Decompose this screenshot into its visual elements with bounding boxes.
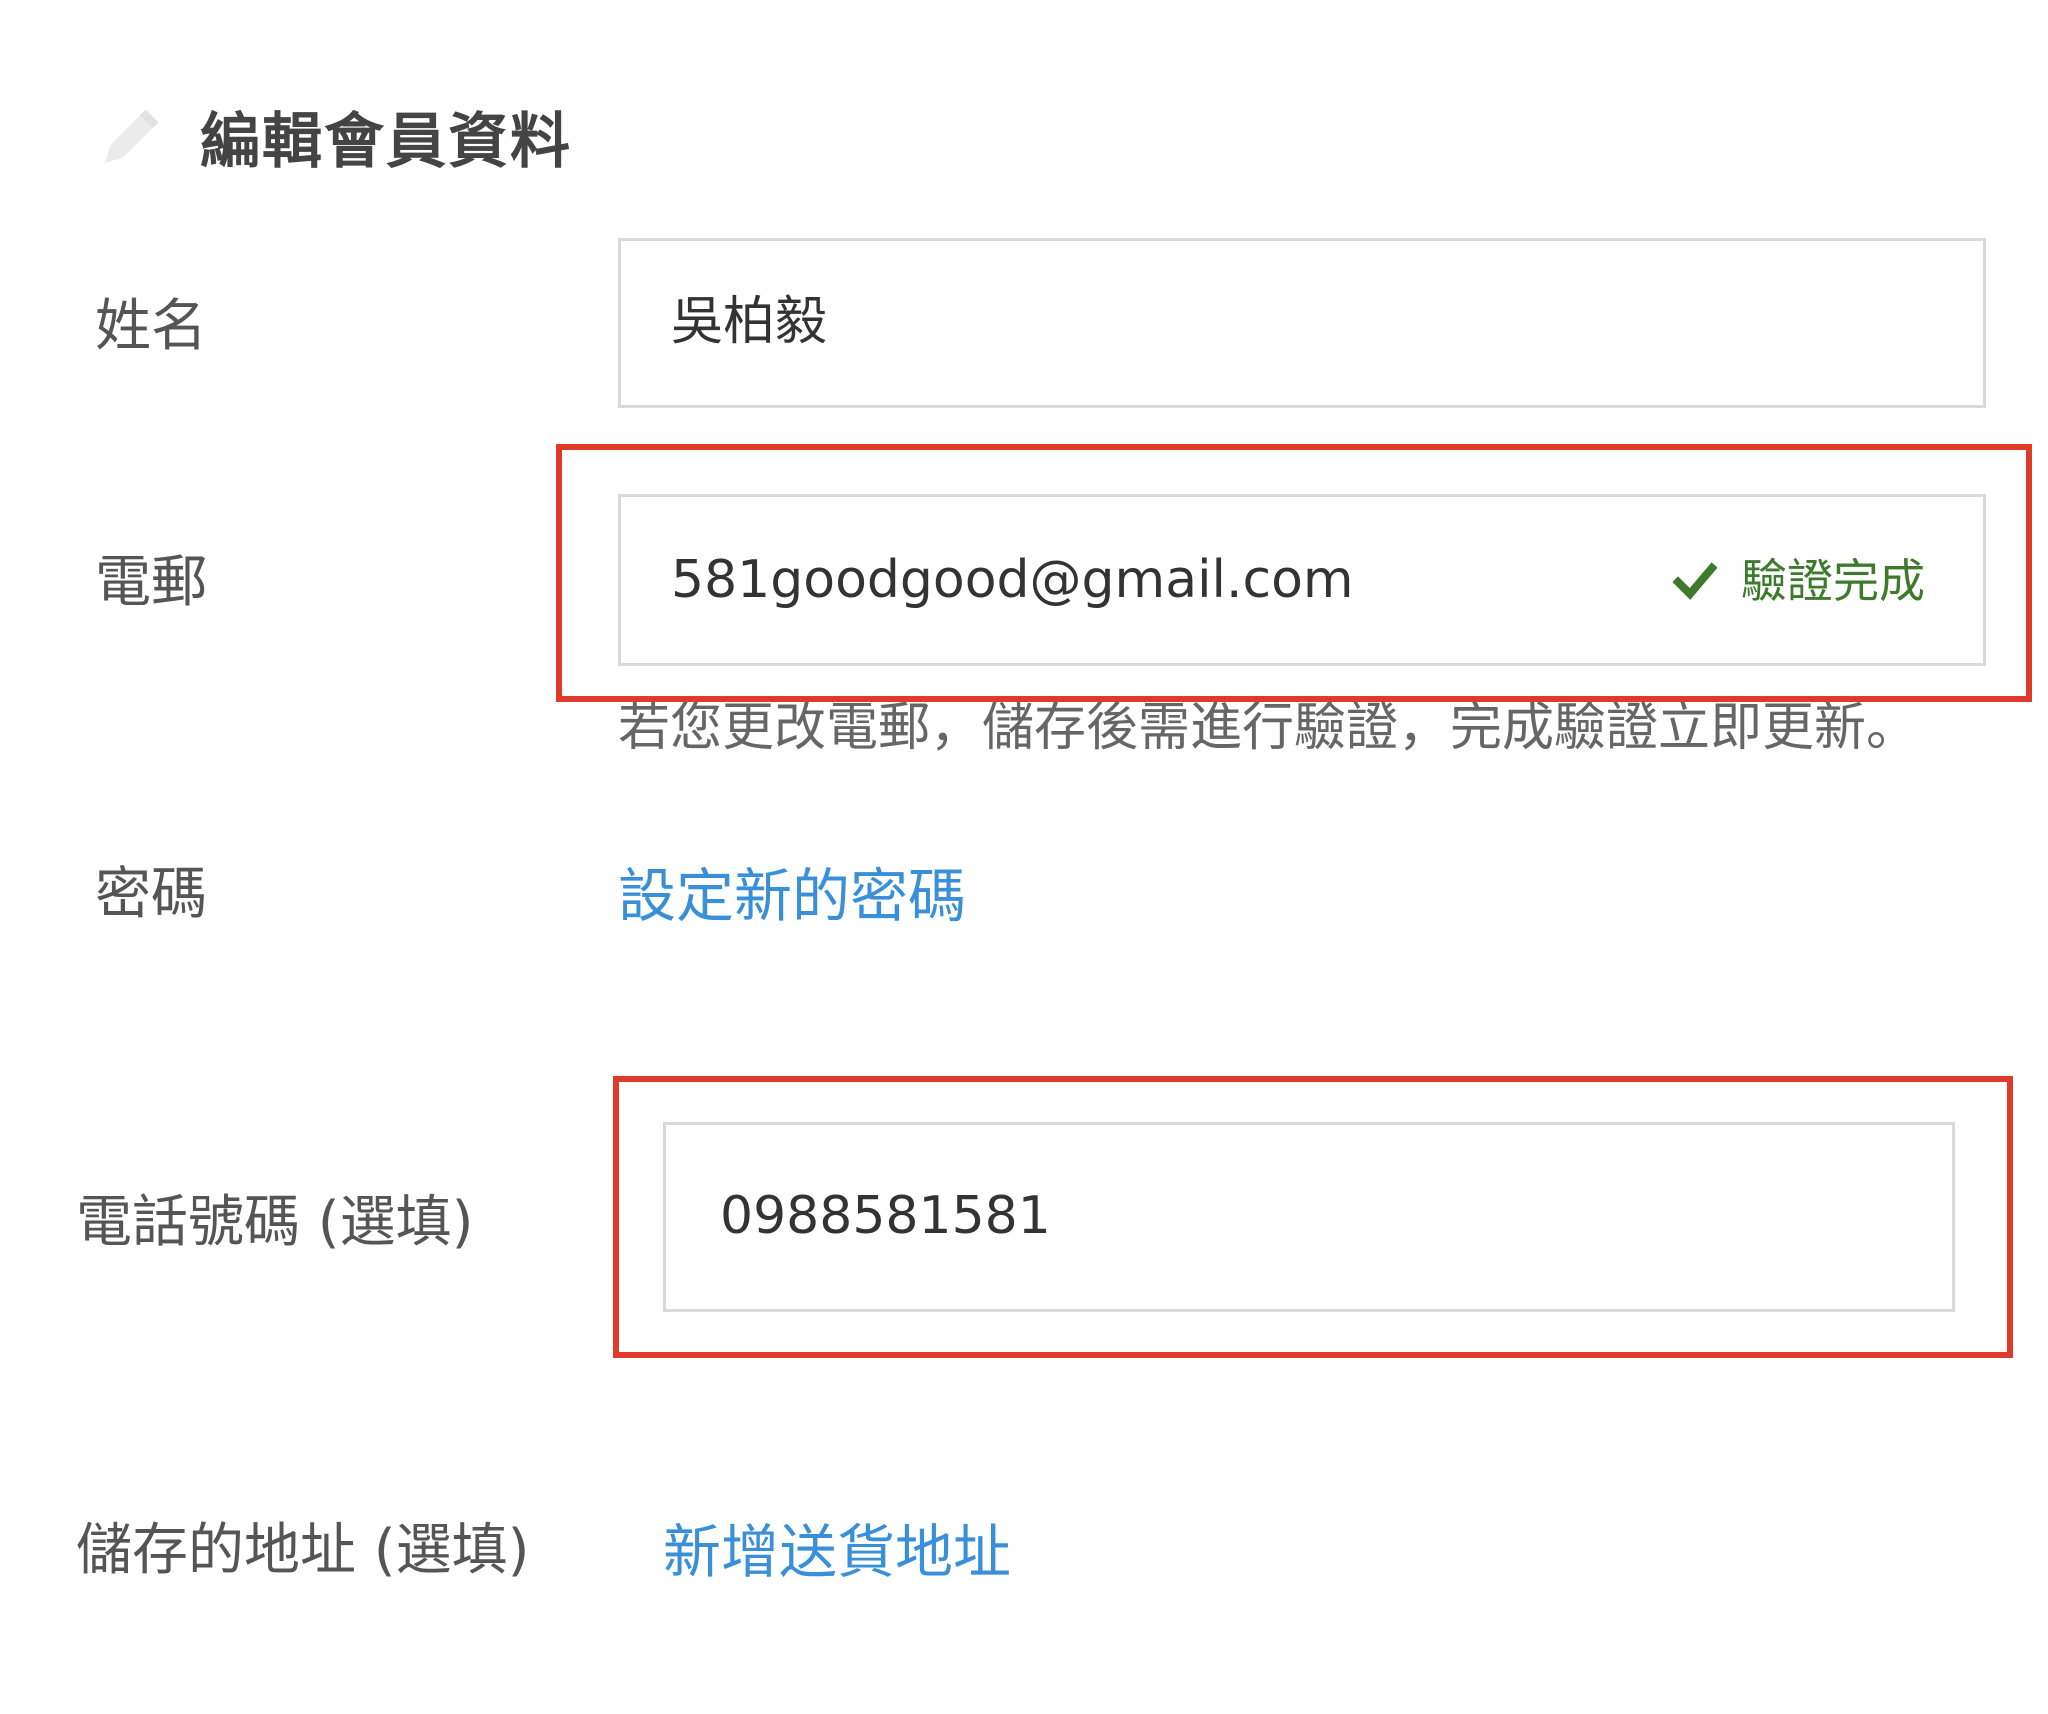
pencil-icon xyxy=(92,104,164,176)
email-label: 電郵 xyxy=(95,550,207,615)
name-field[interactable]: 吳柏毅 xyxy=(618,238,1986,408)
address-label: 儲存的地址 (選填) xyxy=(76,1518,530,1583)
add-shipping-address-link[interactable]: 新增送貨地址 xyxy=(663,1516,1011,1588)
verified-text: 驗證完成 xyxy=(1741,554,1925,608)
check-icon xyxy=(1672,559,1718,603)
email-field[interactable]: 581goodgood@gmail.com 驗證完成 xyxy=(618,494,1986,666)
page-title: 編輯會員資料 xyxy=(200,107,572,177)
phone-field[interactable]: 0988581581 xyxy=(663,1122,1955,1312)
phone-field-value: 0988581581 xyxy=(720,1186,1051,1246)
set-new-password-link[interactable]: 設定新的密碼 xyxy=(618,860,966,932)
verified-badge: 驗證完成 xyxy=(1672,551,1925,611)
email-field-value: 581goodgood@gmail.com xyxy=(671,550,1354,610)
name-field-value: 吳柏毅 xyxy=(671,292,828,352)
password-label: 密碼 xyxy=(95,862,207,927)
phone-label: 電話號碼 (選填) xyxy=(76,1190,474,1255)
email-helper-text: 若您更改電郵，儲存後需進行驗證，完成驗證立即更新。 xyxy=(618,698,1919,758)
name-label: 姓名 xyxy=(95,294,207,359)
